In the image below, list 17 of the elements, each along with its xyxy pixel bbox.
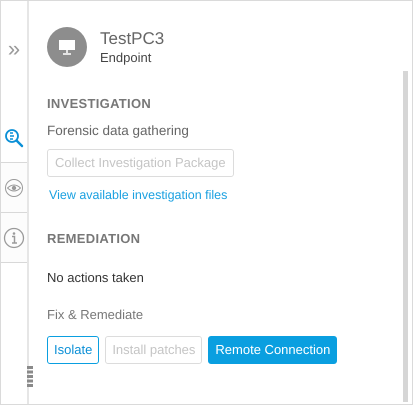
eye-icon [4,178,24,198]
section-heading: REMEDIATION [47,230,142,248]
info-icon [3,226,25,248]
remediation-status: No actions taken [47,269,145,287]
section-heading: INVESTIGATION [47,95,152,113]
drag-handle-icon[interactable] [27,366,33,388]
device-type: Endpoint [100,48,152,66]
expand-button[interactable]: » [1,37,27,61]
action-button[interactable]: Remote Connection [208,336,338,364]
device-avatar-icon [47,27,87,67]
investigation-files-link[interactable]: View available investigation files [49,186,406,204]
subheading: Fix & Remediate [47,306,144,324]
device-name: TestPC3 [100,28,164,48]
subheading: Forensic data gathering [47,122,190,140]
scrollbar[interactable] [403,71,408,402]
search-icon [4,128,24,148]
action-button[interactable]: Isolate [47,336,100,364]
